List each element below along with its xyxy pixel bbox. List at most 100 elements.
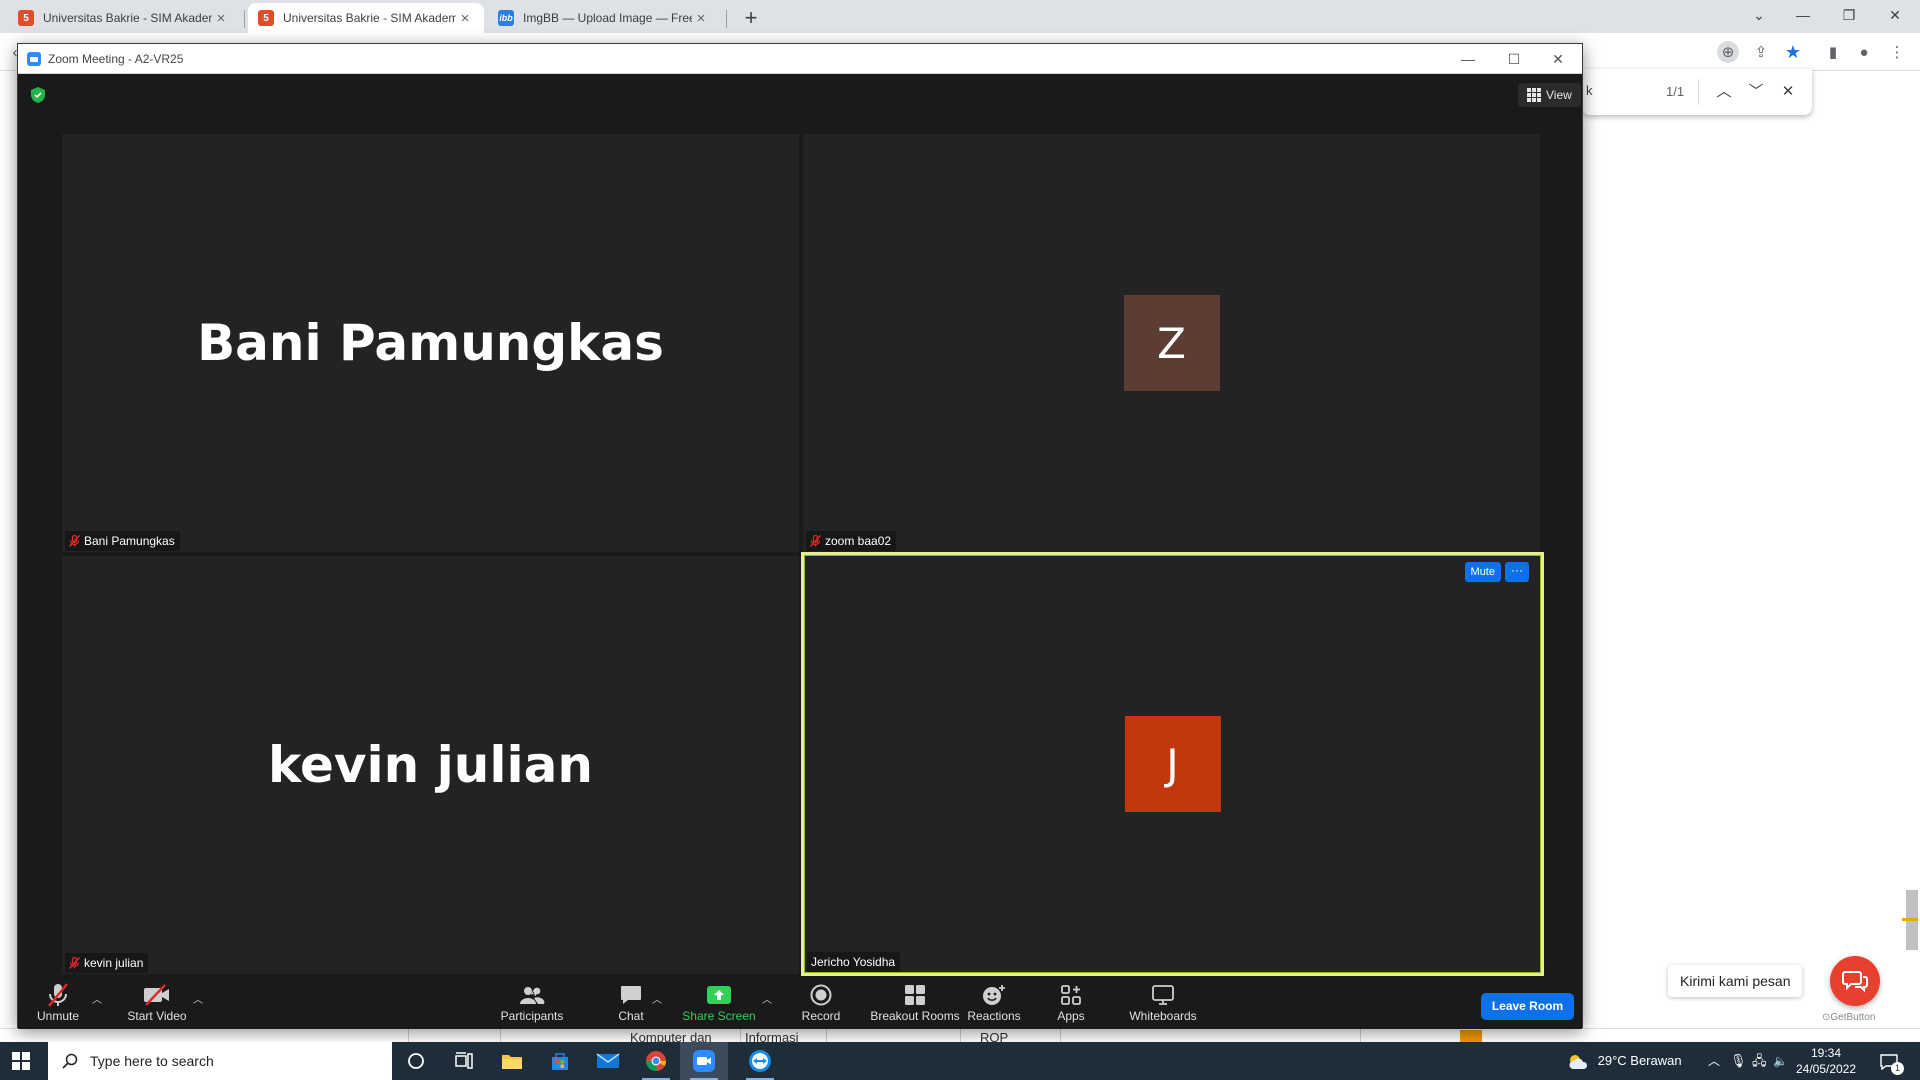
zoom-page-icon[interactable]: ⊕: [1717, 41, 1739, 63]
zoom-title-bar: Zoom Meeting - A2-VR25 — ☐ ✕: [18, 44, 1582, 74]
reactions-label: Reactions: [967, 1009, 1021, 1023]
browser-tab-1[interactable]: 5 Universitas Bakrie - SIM Akadem ×: [8, 3, 240, 33]
mic-muted-icon: [69, 535, 80, 547]
whiteboards-button[interactable]: Whiteboards: [1125, 983, 1201, 1027]
browser-tab-strip: 5 Universitas Bakrie - SIM Akadem × 5 Un…: [0, 0, 1920, 33]
page-scrollbar[interactable]: [1904, 71, 1920, 1028]
zoom-close-icon[interactable]: ✕: [1536, 44, 1580, 74]
clock-date: 24/05/2022: [1795, 1062, 1857, 1076]
tab-search-chevron-icon[interactable]: ⌄: [1736, 0, 1782, 30]
participants-count-badge: 4: [531, 987, 538, 999]
participant-name-text: kevin julian: [84, 956, 144, 970]
clock-time: 19:34: [1810, 1046, 1842, 1060]
scrollbar-find-marker: [1902, 918, 1918, 921]
file-explorer-icon[interactable]: [488, 1042, 536, 1080]
browser-close-icon[interactable]: ✕: [1872, 0, 1918, 30]
participant-tile-kevin[interactable]: kevin julian kevin julian: [62, 556, 799, 974]
show-hidden-icons-chevron-icon[interactable]: ︿: [1708, 1042, 1720, 1080]
table-divider: [826, 1028, 827, 1042]
mail-icon[interactable]: [584, 1042, 632, 1080]
encryption-shield-icon[interactable]: [31, 87, 45, 103]
weather-widget[interactable]: 29°C Berawan: [1566, 1042, 1682, 1080]
teamviewer-icon[interactable]: [736, 1042, 784, 1080]
tab-separator: [726, 10, 727, 28]
find-query-text[interactable]: k: [1586, 83, 1593, 98]
table-divider: [1360, 1028, 1361, 1042]
close-tab-icon[interactable]: ×: [692, 10, 710, 27]
find-in-page-bar: k 1/1 ︿ ﹀ ✕: [1582, 69, 1812, 115]
view-layout-button[interactable]: View: [1518, 83, 1581, 107]
network-tray-icon[interactable]: 🖧: [1752, 1042, 1767, 1080]
start-video-button[interactable]: Start Video: [122, 983, 192, 1027]
share-screen-icon: [707, 986, 731, 1004]
browser-restore-icon[interactable]: ❐: [1826, 0, 1872, 30]
browser-tab-2[interactable]: 5 Universitas Bakrie - SIM Akadem ×: [248, 3, 484, 33]
leave-room-button[interactable]: Leave Room: [1481, 993, 1574, 1020]
browser-tab-3[interactable]: ibb ImgBB — Upload Image — Free ×: [488, 3, 720, 33]
taskbar-search-box[interactable]: Type here to search: [48, 1042, 392, 1080]
whiteboard-icon: [1152, 985, 1174, 1005]
record-button[interactable]: Record: [798, 983, 844, 1027]
notification-count-badge: 1: [1891, 1062, 1904, 1075]
tab-separator: [244, 10, 245, 28]
windows-start-icon[interactable]: [12, 1052, 30, 1070]
participant-tile-jericho[interactable]: Mute ··· J Jericho Yosidha: [801, 552, 1544, 976]
breakout-rooms-label: Breakout Rooms: [870, 1009, 960, 1023]
close-tab-icon[interactable]: ×: [212, 10, 230, 27]
close-tab-icon[interactable]: ×: [456, 10, 474, 27]
chat-widget-button[interactable]: [1830, 956, 1880, 1006]
tab-title: Universitas Bakrie - SIM Akadem: [43, 11, 212, 25]
bookmark-star-icon[interactable]: ★: [1782, 41, 1804, 63]
share-options-caret-icon[interactable]: ︿: [762, 991, 772, 1006]
share-icon[interactable]: ⇪: [1750, 41, 1772, 63]
new-tab-button[interactable]: +: [738, 5, 764, 31]
microsoft-store-icon[interactable]: [536, 1042, 584, 1080]
zoom-app-icon[interactable]: [680, 1042, 728, 1080]
chat-prompt-bubble[interactable]: Kirimi kami pesan: [1668, 965, 1803, 997]
taskbar-clock[interactable]: 19:34 24/05/2022: [1794, 1045, 1858, 1077]
chrome-icon[interactable]: [632, 1042, 680, 1080]
video-off-icon: [144, 984, 169, 1006]
zoom-meeting-area: View Bani Pamungkas Bani Pamungkas Z zoo…: [18, 74, 1582, 1027]
volume-tray-icon[interactable]: 🔈: [1773, 1042, 1788, 1080]
share-screen-button[interactable]: Share Screen: [682, 983, 756, 1027]
task-view-icon[interactable]: [440, 1042, 488, 1080]
video-options-caret-icon[interactable]: ︿: [193, 991, 203, 1006]
unmute-button[interactable]: Unmute: [36, 983, 80, 1027]
zoom-maximize-icon[interactable]: ☐: [1492, 44, 1536, 74]
windows-taskbar: Type here to search 29°C Berawan ︿ 🎙 🖧 🔈…: [0, 1042, 1920, 1080]
profile-avatar-icon[interactable]: ●: [1853, 41, 1875, 63]
participant-name-label: zoom baa02: [806, 531, 897, 551]
find-next-icon[interactable]: ﹀: [1745, 81, 1767, 103]
find-close-icon[interactable]: ✕: [1777, 81, 1799, 103]
participant-tile-bani[interactable]: Bani Pamungkas Bani Pamungkas: [62, 134, 799, 552]
record-label: Record: [801, 1009, 841, 1023]
apps-label: Apps: [1057, 1009, 1085, 1023]
unmute-label: Unmute: [36, 1009, 80, 1023]
whiteboards-label: Whiteboards: [1129, 1009, 1197, 1023]
browser-minimize-icon[interactable]: —: [1780, 0, 1826, 30]
side-panel-icon[interactable]: ▮: [1822, 41, 1844, 63]
mute-participant-button[interactable]: Mute: [1464, 562, 1501, 582]
audio-options-caret-icon[interactable]: ︿: [92, 991, 102, 1006]
html5-favicon-icon: 5: [258, 10, 274, 26]
reactions-button[interactable]: Reactions: [963, 983, 1025, 1027]
orange-marker: [1460, 1030, 1482, 1042]
zoom-minimize-icon[interactable]: —: [1446, 44, 1490, 74]
table-divider: [960, 1028, 961, 1042]
chat-options-caret-icon[interactable]: ︿: [652, 991, 662, 1006]
apps-button[interactable]: Apps: [1054, 983, 1088, 1027]
table-divider: [408, 1028, 409, 1042]
participant-name-label: Bani Pamungkas: [65, 531, 180, 551]
mic-muted-icon: [69, 957, 80, 969]
microphone-tray-icon[interactable]: 🎙: [1730, 1042, 1747, 1080]
action-center-icon[interactable]: 1: [1880, 1042, 1906, 1080]
breakout-rooms-button[interactable]: Breakout Rooms: [869, 983, 961, 1027]
participant-avatar: Z: [1123, 295, 1220, 391]
more-options-button[interactable]: ···: [1505, 562, 1529, 582]
chat-button[interactable]: Chat: [616, 983, 646, 1027]
find-previous-icon[interactable]: ︿: [1713, 81, 1735, 103]
menu-kebab-icon[interactable]: ⋮: [1886, 41, 1908, 63]
cortana-icon[interactable]: [392, 1042, 440, 1080]
participant-tile-zoom-baa02[interactable]: Z zoom baa02: [803, 134, 1540, 552]
